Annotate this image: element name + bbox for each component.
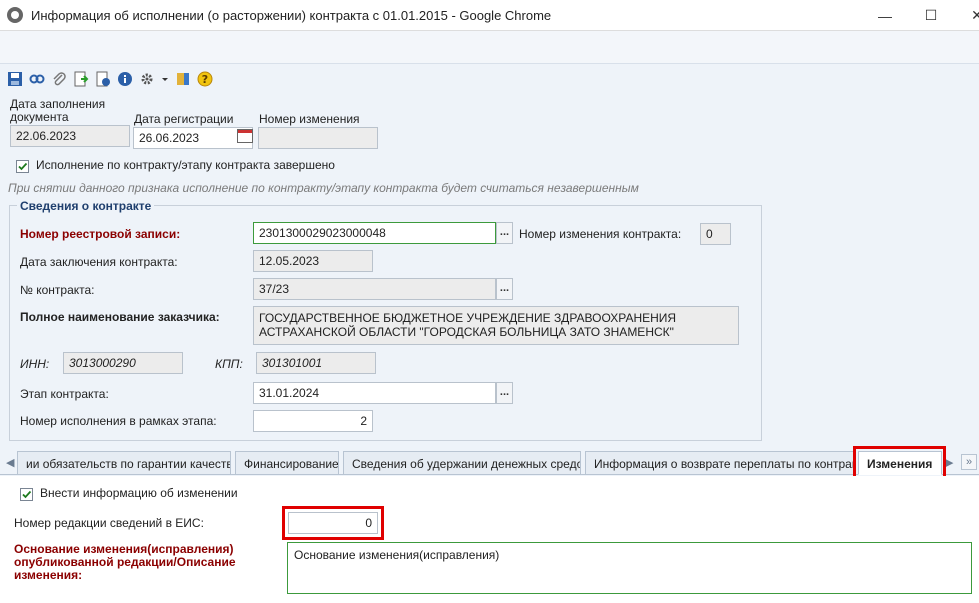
help-icon[interactable]: ? <box>196 70 214 88</box>
change-number-label: Номер изменения <box>259 112 360 126</box>
tab-strip: ◀ ии обязательств по гарантии качества Ф… <box>0 448 979 475</box>
contract-change-field: 0 <box>700 223 731 245</box>
registry-select-button[interactable]: ... <box>496 222 513 244</box>
fill-date-field: 22.06.2023 <box>10 125 130 147</box>
conclusion-date-label: Дата заключения контракта: <box>20 255 178 269</box>
maximize-button[interactable]: ☐ <box>908 0 954 31</box>
inn-label: ИНН: <box>20 357 50 371</box>
contract-number-label: № контракта: <box>20 283 95 297</box>
info-icon[interactable] <box>116 70 134 88</box>
registry-label: Номер реестровой записи: <box>20 227 181 241</box>
dropdown-icon[interactable] <box>160 70 170 88</box>
reason-label: Основание изменения(исправления) опублик… <box>14 542 236 582</box>
enter-info-label: Внести информацию об изменении <box>40 486 238 500</box>
attach-icon[interactable] <box>50 70 68 88</box>
address-area <box>0 31 979 64</box>
tab-overflow-icon[interactable]: » <box>961 454 977 470</box>
info-export-icon[interactable] <box>94 70 112 88</box>
registry-field[interactable]: 2301300029023000048 <box>253 222 496 244</box>
export-icon[interactable] <box>72 70 90 88</box>
stage-select-button[interactable]: ... <box>496 382 513 404</box>
change-number-field <box>258 127 378 149</box>
inn-field: 3013000290 <box>63 352 183 374</box>
tab-financing[interactable]: Финансирование <box>235 451 339 475</box>
tab-scroll-right-icon[interactable]: ▶ <box>945 456 957 469</box>
stage-field[interactable]: 31.01.2024 <box>253 382 496 404</box>
minimize-button[interactable]: — <box>862 0 908 31</box>
enter-info-checkbox[interactable] <box>20 488 33 501</box>
contract-number-select-button[interactable]: ... <box>496 278 513 300</box>
window-title: Информация об исполнении (о расторжении)… <box>31 7 552 23</box>
highlight-eis-revision <box>282 506 384 540</box>
link-icon[interactable] <box>28 70 46 88</box>
tab-overpayment-return[interactable]: Информация о возврате переплаты по контр… <box>585 451 854 475</box>
svg-text:?: ? <box>202 73 208 86</box>
tab-withholding[interactable]: Сведения об удержании денежных средств <box>343 451 581 475</box>
conclusion-date-field: 12.05.2023 <box>253 250 373 272</box>
stage-label: Этап контракта: <box>20 387 109 401</box>
completed-label: Исполнение по контракту/этапу контракта … <box>36 158 335 172</box>
execution-number-label: Номер исполнения в рамках этапа: <box>20 414 217 428</box>
contract-group-title: Сведения о контракте <box>17 199 155 213</box>
reg-date-label: Дата регистрации <box>134 112 234 126</box>
execution-number-field[interactable]: 2 <box>253 410 373 432</box>
reason-textarea[interactable]: Основание изменения(исправления) <box>287 542 972 594</box>
close-button[interactable]: ✕ <box>954 0 979 31</box>
chrome-icon <box>7 7 23 23</box>
customer-field: ГОСУДАРСТВЕННОЕ БЮДЖЕТНОЕ УЧРЕЖДЕНИЕ ЗДР… <box>253 306 739 345</box>
toolbar: ? <box>6 66 214 92</box>
eis-revision-label: Номер редакции сведений в ЕИС: <box>14 516 204 530</box>
completed-checkbox[interactable] <box>16 160 29 173</box>
book-icon[interactable] <box>174 70 192 88</box>
reg-date-field[interactable]: 26.06.2023 <box>133 127 253 149</box>
kpp-label: КПП: <box>215 357 243 371</box>
kpp-field: 301301001 <box>256 352 376 374</box>
tab-quality-guarantee[interactable]: ии обязательств по гарантии качества <box>17 451 231 475</box>
save-icon[interactable] <box>6 70 24 88</box>
settings-icon[interactable] <box>138 70 156 88</box>
calendar-icon[interactable] <box>237 129 253 143</box>
contract-change-label: Номер изменения контракта: <box>519 227 682 241</box>
customer-label: Полное наименование заказчика: <box>20 310 220 324</box>
contract-number-field: 37/23 <box>253 278 496 300</box>
completed-hint: При снятии данного признака исполнение п… <box>8 181 639 195</box>
fill-date-label: Дата заполнения документа <box>10 97 106 124</box>
window-titlebar: Информация об исполнении (о расторжении)… <box>0 0 979 31</box>
